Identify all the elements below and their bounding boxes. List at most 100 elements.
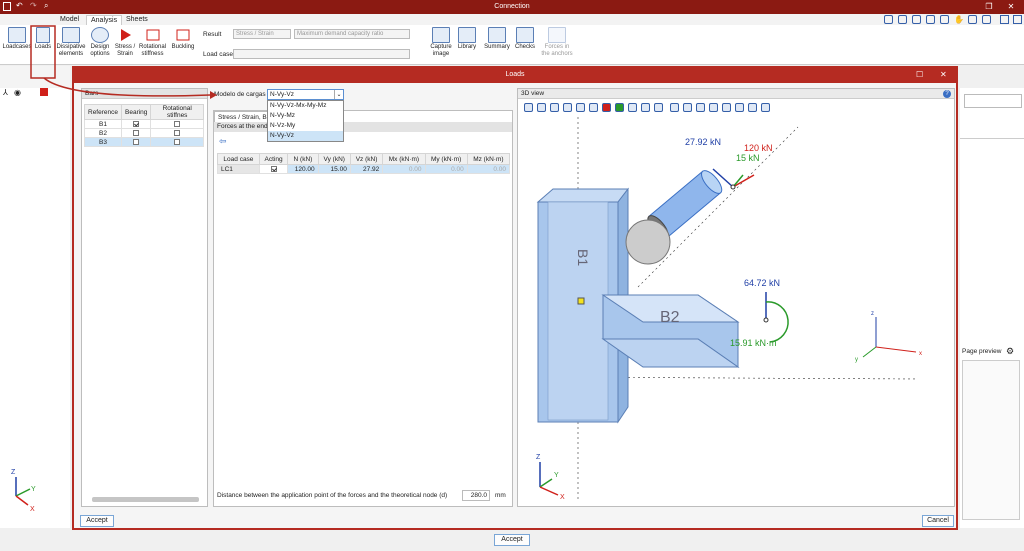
bearing-checkbox[interactable] (133, 120, 140, 127)
table-row[interactable]: B2 (84, 128, 204, 138)
search-icon[interactable] (735, 103, 744, 112)
dialog-accept-button[interactable]: Accept (80, 515, 114, 527)
col-loadcase[interactable]: Load case (217, 153, 260, 165)
loadcases-button[interactable]: Loadcases (2, 27, 32, 51)
col-mz[interactable]: Mz (kN·m) (466, 153, 511, 165)
restore-icon[interactable]: ❐ (984, 2, 994, 12)
result-select[interactable]: Stress / Strain (233, 29, 291, 39)
distance-input[interactable]: 280.0 (462, 490, 490, 501)
close-icon[interactable]: ✕ (1006, 2, 1016, 12)
forces-anchors-button[interactable]: Forces in the anchors (540, 27, 574, 58)
acting-checkbox[interactable] (270, 165, 277, 172)
zoom-out-icon[interactable] (709, 103, 718, 112)
bearing-checkbox[interactable] (133, 138, 140, 145)
rotational-checkbox[interactable] (174, 120, 181, 127)
layout-icon[interactable] (1013, 15, 1022, 24)
option-full[interactable]: N-Vy-Vz-Mx-My-Mz (268, 101, 343, 111)
dialog-close-icon[interactable]: ✕ (940, 70, 947, 79)
wire-icon[interactable] (654, 103, 663, 112)
col-my[interactable]: My (kN·m) (424, 153, 468, 165)
capture-image-button[interactable]: Capture image (428, 27, 454, 58)
menu-sheets[interactable]: Sheets (122, 15, 152, 25)
pan-icon[interactable] (748, 103, 757, 112)
col-rotational[interactable]: Rotational stiffnes (150, 104, 204, 120)
buckling-button[interactable]: Buckling (169, 27, 197, 51)
3d-view-title: 3D view (518, 89, 954, 99)
fit-icon[interactable] (982, 15, 991, 24)
design-options-button[interactable]: Design options (88, 27, 112, 58)
zoom-all-icon[interactable] (683, 103, 692, 112)
maximize-icon[interactable]: ☐ (916, 70, 923, 79)
col-mx[interactable]: Mx (kN·m) (382, 153, 426, 165)
load-model-select[interactable]: N-Vy-Vz ⌄ (267, 89, 344, 100)
mesh-icon[interactable] (615, 103, 624, 112)
forces-title: Forces at the end o (214, 122, 512, 132)
help-icon[interactable]: ? (943, 90, 951, 98)
option-n-vz-my[interactable]: N-Vz-My (268, 121, 343, 131)
eye-icon[interactable] (576, 103, 585, 112)
right-select[interactable] (964, 94, 1022, 108)
back-icon[interactable]: ⇦ (219, 136, 227, 147)
color-icon[interactable] (602, 103, 611, 112)
pan-icon[interactable]: ✋ (954, 15, 964, 24)
axes-icon[interactable]: ⅄ (3, 88, 8, 97)
fit-icon[interactable] (761, 103, 770, 112)
dissipative-elements-button[interactable]: Dissipative elements (55, 27, 87, 58)
summary-button[interactable]: Summary (482, 27, 512, 51)
cube-icon[interactable] (550, 103, 559, 112)
col-reference[interactable]: Reference (84, 104, 122, 120)
moment-label-beam: 15.91 kN·m (730, 338, 777, 348)
col-vy[interactable]: Vy (kN) (317, 153, 351, 165)
footer-accept-button[interactable]: Accept (494, 534, 530, 546)
rotate-icon[interactable] (968, 15, 977, 24)
tree-icon[interactable] (589, 103, 598, 112)
col-vz[interactable]: Vz (kN) (349, 153, 384, 165)
option-n-vy-vz[interactable]: N-Vy-Vz (268, 131, 343, 141)
zoom-in-icon[interactable] (912, 15, 921, 24)
zoom-icon[interactable] (884, 15, 893, 24)
zoom-window-icon[interactable] (940, 15, 949, 24)
big-axis-z: Z (536, 454, 541, 461)
zoom-icon[interactable] (670, 103, 679, 112)
table-row[interactable]: B1 (84, 119, 204, 129)
box-icon[interactable] (563, 103, 572, 112)
col-acting[interactable]: Acting (258, 153, 289, 165)
stiffness-icon (143, 27, 162, 43)
zoom-window-icon[interactable] (722, 103, 731, 112)
checks-button[interactable]: Checks (513, 27, 537, 51)
force-label-n: 120 kN (744, 143, 773, 153)
menu-model[interactable]: Model (56, 15, 83, 25)
bearing-checkbox[interactable] (133, 129, 140, 136)
dialog-title: Loads (505, 71, 525, 78)
menu-analysis[interactable]: Analysis (86, 15, 123, 25)
rotational-stiffness-button[interactable]: Rotational stiffness (137, 27, 168, 58)
3d-viewport[interactable]: 27.92 kN 120 kN 15 kN 64.72 kN 15.91 kN·… (518, 117, 954, 506)
loadcase-select[interactable] (233, 49, 410, 59)
library-button[interactable]: Library (456, 27, 478, 51)
rotational-checkbox[interactable] (174, 138, 181, 145)
col-n[interactable]: N (kN) (287, 153, 319, 165)
table-row[interactable]: B3 (84, 137, 204, 147)
node-marker[interactable] (577, 297, 585, 305)
option-n-vy-mz[interactable]: N-Vy-Mz (268, 111, 343, 121)
stress-strain-button[interactable]: Stress / Strain (114, 27, 136, 58)
dialog-cancel-button[interactable]: Cancel (922, 515, 954, 527)
layers-icon[interactable] (524, 103, 533, 112)
col-bearing[interactable]: Bearing (120, 104, 152, 120)
zoom-all-icon[interactable] (898, 15, 907, 24)
axes-icon[interactable] (537, 103, 546, 112)
gear-icon[interactable]: ⚙ (1006, 346, 1014, 357)
render-icon[interactable] (641, 103, 650, 112)
rotational-checkbox[interactable] (174, 129, 181, 136)
zoom-out-icon[interactable] (926, 15, 935, 24)
zoom-in-icon[interactable] (696, 103, 705, 112)
loads-button[interactable]: Loads (33, 27, 53, 51)
result-metric-select[interactable]: Maximum demand capacity ratio (294, 29, 410, 39)
bars-scrollbar[interactable] (92, 497, 199, 502)
table-row[interactable]: LC1 120.00 15.00 27.92 0.00 0.00 0.00 (217, 164, 511, 174)
page-preview-label: Page preview (962, 348, 1002, 355)
window-icon[interactable] (1000, 15, 1009, 24)
eye-icon[interactable]: ◉ (14, 88, 21, 97)
color-icon[interactable] (40, 88, 48, 96)
grid-icon[interactable] (628, 103, 637, 112)
